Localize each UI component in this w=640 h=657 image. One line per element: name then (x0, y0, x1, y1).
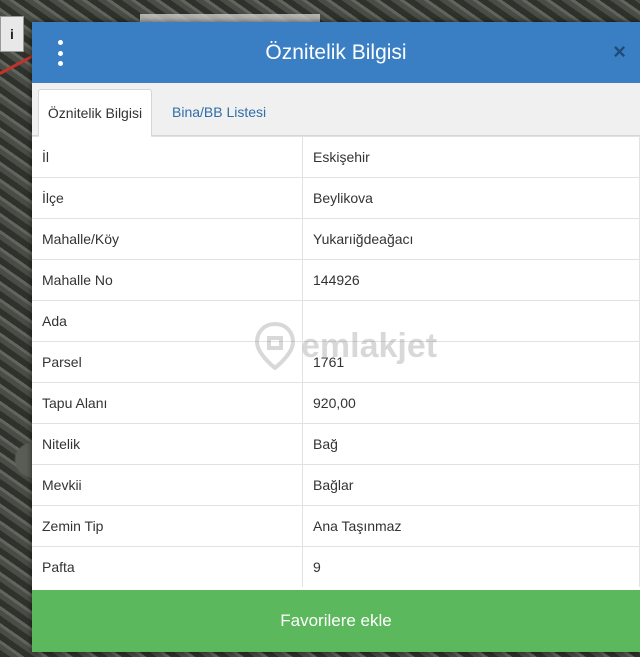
attribute-key: Mevkii (32, 464, 303, 506)
dialog-title: Öznitelik Bilgisi (265, 40, 407, 64)
table-row: İl Eskişehir (32, 136, 640, 178)
attribute-key: Pafta (32, 546, 303, 587)
attribute-value: Yukarıiğdeağacı (302, 218, 640, 260)
attribute-key: Zemin Tip (32, 505, 303, 547)
tab-bar: Öznitelik Bilgisi Bina/BB Listesi (32, 83, 640, 137)
attribute-key: Tapu Alanı (32, 382, 303, 424)
table-row: Mahalle No 144926 (32, 259, 640, 301)
table-row: Ada (32, 300, 640, 342)
attribute-value: Bağ (302, 423, 640, 465)
add-to-favorites-button[interactable]: Favorilere ekle (32, 590, 640, 652)
attribute-value: 144926 (302, 259, 640, 301)
attribute-value: Bağlar (302, 464, 640, 506)
attribute-key: İlçe (32, 177, 303, 219)
table-row: Nitelik Bağ (32, 423, 640, 465)
table-row: Mahalle/Köy Yukarıiğdeağacı (32, 218, 640, 260)
attribute-key: Mahalle No (32, 259, 303, 301)
map-toolbar-button[interactable]: i (0, 16, 24, 52)
table-row: Mevkii Bağlar (32, 464, 640, 506)
table-row: Pafta 9 (32, 546, 640, 587)
attribute-dialog: Öznitelik Bilgisi × Öznitelik Bilgisi Bi… (32, 22, 640, 652)
tab-building-list[interactable]: Bina/BB Listesi (162, 89, 276, 135)
attribute-value: Ana Taşınmaz (302, 505, 640, 547)
attribute-value: 9 (302, 546, 640, 587)
dialog-header: Öznitelik Bilgisi × (32, 22, 640, 83)
table-row: Zemin Tip Ana Taşınmaz (32, 505, 640, 547)
attribute-key: Nitelik (32, 423, 303, 465)
attribute-key: İl (32, 136, 303, 178)
map-toolbar-strip (140, 14, 320, 22)
attribute-value (302, 300, 640, 342)
table-row: Tapu Alanı 920,00 (32, 382, 640, 424)
attribute-key: Parsel (32, 341, 303, 383)
more-menu-icon[interactable] (54, 40, 66, 66)
attribute-value: 1761 (302, 341, 640, 383)
attribute-key: Mahalle/Köy (32, 218, 303, 260)
close-icon[interactable]: × (613, 39, 626, 65)
tab-attribute-info[interactable]: Öznitelik Bilgisi (38, 89, 152, 137)
attribute-key: Ada (32, 300, 303, 342)
attribute-value: 920,00 (302, 382, 640, 424)
table-row: İlçe Beylikova (32, 177, 640, 219)
attribute-table: İl Eskişehir İlçe Beylikova Mahalle/Köy Yukar… (32, 136, 640, 587)
attribute-value: Eskişehir (302, 136, 640, 178)
attribute-value: Beylikova (302, 177, 640, 219)
table-row: Parsel 1761 (32, 341, 640, 383)
